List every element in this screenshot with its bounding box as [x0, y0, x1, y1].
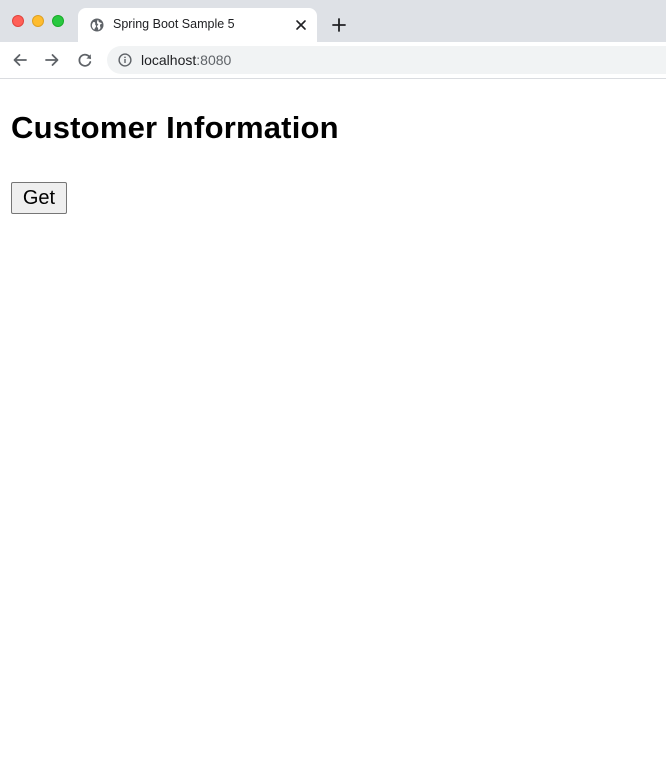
reload-icon[interactable]	[76, 51, 94, 69]
page-content: Customer Information Get	[0, 79, 666, 763]
tab-active[interactable]: Spring Boot Sample 5	[78, 8, 317, 42]
plus-icon[interactable]	[331, 17, 347, 33]
arrow-right-icon[interactable]	[43, 51, 61, 69]
get-button[interactable]: Get	[11, 182, 67, 214]
arrow-left-icon[interactable]	[11, 51, 29, 69]
address-bar[interactable]: localhost:8080	[107, 46, 666, 74]
browser-window: Spring Boot Sample 5 localhost:8080 Cust…	[0, 0, 666, 763]
url-port: :8080	[196, 52, 232, 68]
window-minimize-button[interactable]	[32, 15, 44, 27]
tab-title: Spring Boot Sample 5	[113, 17, 235, 31]
tab-strip: Spring Boot Sample 5	[0, 0, 666, 42]
info-icon[interactable]	[118, 53, 132, 67]
page-title: Customer Information	[11, 110, 339, 145]
globe-icon	[90, 18, 104, 32]
toolbar: localhost:8080	[0, 42, 666, 79]
window-close-button[interactable]	[12, 15, 24, 27]
window-maximize-button[interactable]	[52, 15, 64, 27]
url-text[interactable]: localhost:8080	[141, 52, 231, 68]
close-icon[interactable]	[294, 18, 308, 32]
url-host: localhost	[141, 52, 197, 68]
